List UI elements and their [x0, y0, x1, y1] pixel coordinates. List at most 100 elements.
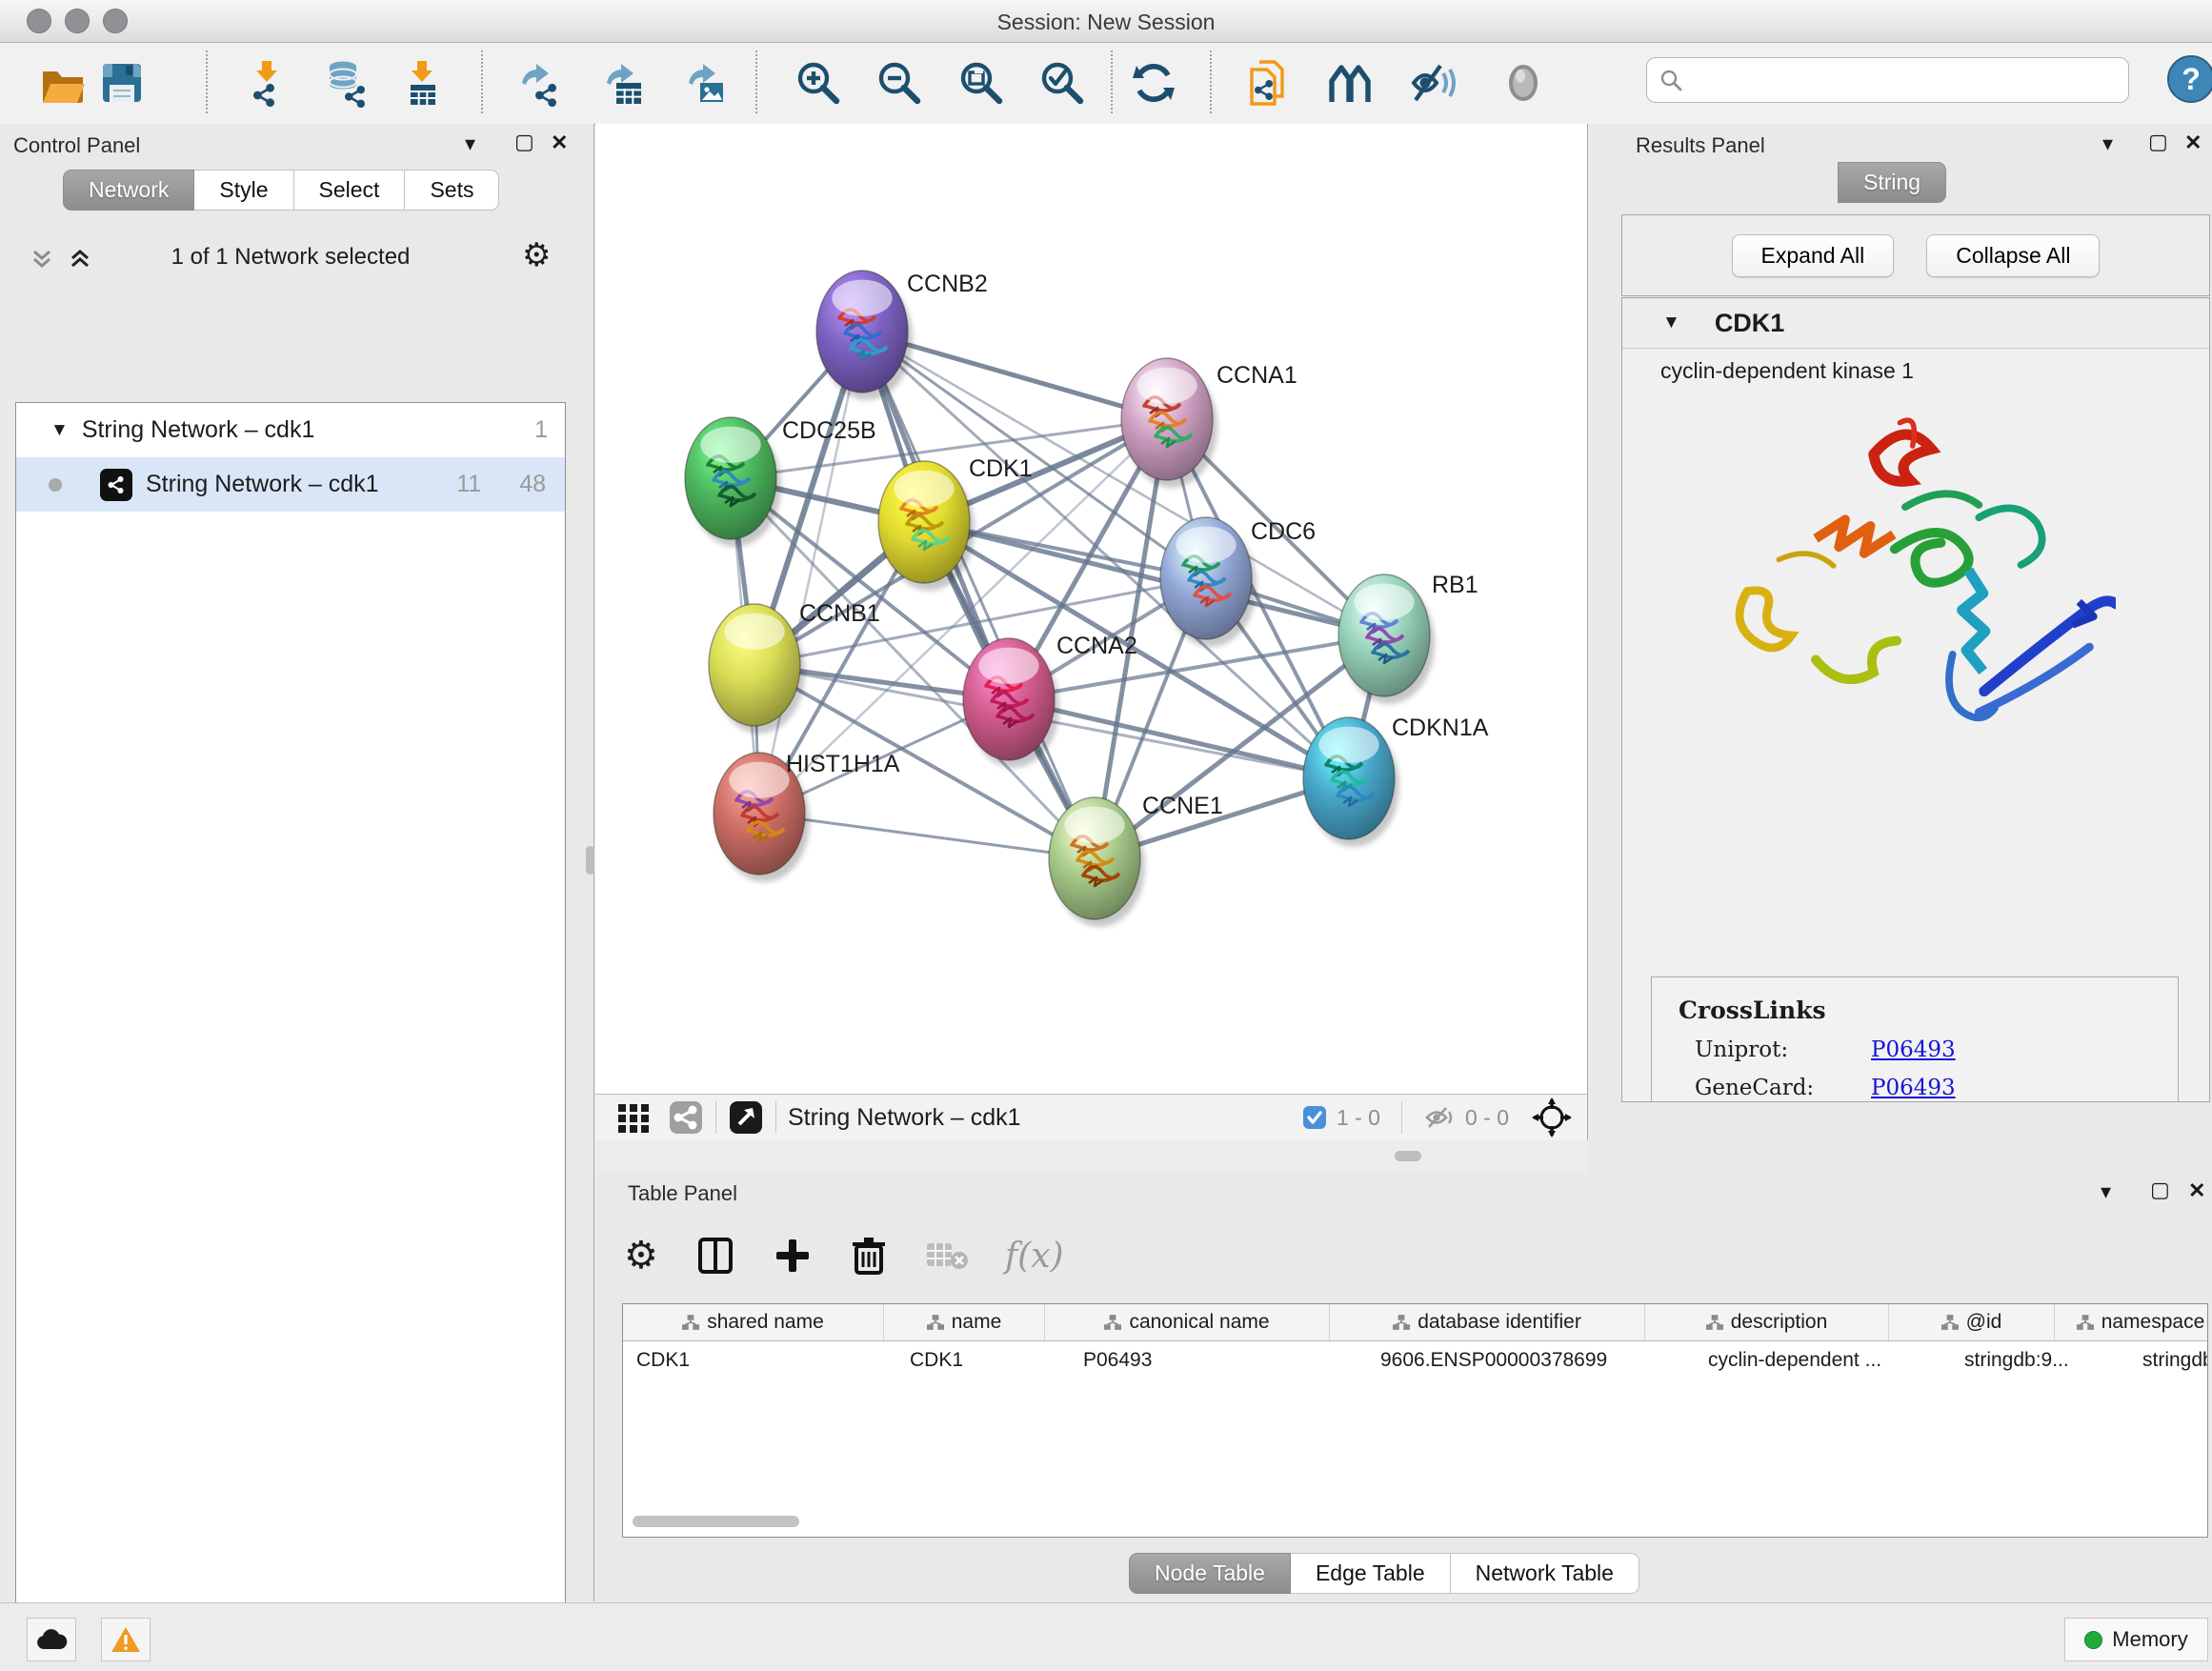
- hidden-eye-slash-icon[interactable]: [1423, 1103, 1456, 1132]
- expand-all-button[interactable]: Expand All: [1732, 234, 1895, 277]
- edge-CCNA2-CDKN1A[interactable]: [1009, 699, 1349, 778]
- search-input[interactable]: [1691, 67, 2121, 93]
- node-label-CCNA2: CCNA2: [1056, 633, 1137, 659]
- node-CCNB2[interactable]: CCNB2: [816, 271, 988, 400]
- show-grid-icon[interactable]: [616, 1100, 651, 1135]
- network-row-selected[interactable]: String Network – cdk1 11 48: [16, 457, 565, 512]
- expand-all-networks-icon[interactable]: [67, 246, 93, 277]
- zoom-out-button[interactable]: [872, 55, 927, 111]
- column-header-description[interactable]: description: [1645, 1304, 1889, 1340]
- birds-eye-view-icon[interactable]: [728, 1099, 764, 1136]
- tab-style[interactable]: Style: [194, 170, 293, 211]
- collapse-table-icon[interactable]: ▾: [2101, 1179, 2111, 1204]
- tab-sets[interactable]: Sets: [405, 170, 499, 211]
- table-cell[interactable]: 9606.ENSP00000378699: [1367, 1341, 1695, 1379]
- node-table-grid[interactable]: shared namenamecanonical namedatabase id…: [622, 1303, 2208, 1538]
- close-panel-icon[interactable]: ✕: [551, 131, 568, 155]
- table-cell[interactable]: CDK1: [896, 1341, 1070, 1379]
- table-row[interactable]: CDK1CDK1P064939606.ENSP00000378699cyclin…: [623, 1341, 2207, 1379]
- close-results-icon[interactable]: ✕: [2184, 131, 2202, 155]
- fit-selected-crosshair-icon[interactable]: [1532, 1097, 1572, 1137]
- cloud-status-button[interactable]: [27, 1618, 76, 1661]
- memory-button[interactable]: Memory: [2064, 1618, 2208, 1661]
- crosslink-link[interactable]: P06493: [1871, 1037, 1956, 1062]
- node-section-header[interactable]: ▼ CDK1: [1622, 298, 2209, 349]
- node-HIST1H1A[interactable]: HIST1H1A: [714, 751, 900, 882]
- tab-network[interactable]: Network: [63, 170, 194, 211]
- collapse-all-button[interactable]: Collapse All: [1926, 234, 2100, 277]
- float-table-icon[interactable]: ▢: [2150, 1178, 2170, 1202]
- collapse-all-networks-icon[interactable]: [29, 246, 55, 277]
- tab-select[interactable]: Select: [294, 170, 406, 211]
- crosslink-row: GeneCard:P06493: [1695, 1076, 2178, 1100]
- crosslink-link[interactable]: P06493: [1871, 1076, 1956, 1100]
- table-cell[interactable]: cyclin-dependent ...: [1695, 1341, 1951, 1379]
- node-label-CDKN1A: CDKN1A: [1392, 715, 1489, 741]
- export-image-button[interactable]: [680, 55, 735, 111]
- left-splitter-handle[interactable]: [586, 846, 594, 875]
- tab-string[interactable]: String: [1838, 162, 1946, 203]
- collapse-panel-icon[interactable]: ▾: [465, 131, 475, 156]
- column-header-name[interactable]: name: [884, 1304, 1045, 1340]
- node-CDKN1A[interactable]: CDKN1A: [1303, 715, 1489, 847]
- selected-checkbox-icon[interactable]: [1302, 1105, 1327, 1130]
- column-header-shared-name[interactable]: shared name: [623, 1304, 884, 1340]
- node-label-HIST1H1A: HIST1H1A: [786, 751, 900, 777]
- clone-network-button[interactable]: [1239, 55, 1295, 111]
- network-style-icon[interactable]: [668, 1099, 704, 1136]
- export-table-button[interactable]: [598, 55, 654, 111]
- node-CCNB1[interactable]: CCNB1: [709, 600, 880, 734]
- warning-status-button[interactable]: [101, 1618, 151, 1661]
- column-header-database-identifier[interactable]: database identifier: [1330, 1304, 1645, 1340]
- table-cell[interactable]: stringdb: [2129, 1341, 2208, 1379]
- string-network-graph[interactable]: CCNB2CCNA1CDC25BCDK1CDC6RB1CCNB1CCNA2CDK…: [595, 124, 1587, 1094]
- table-cell[interactable]: P06493: [1070, 1341, 1367, 1379]
- table-hscrollbar[interactable]: [633, 1516, 799, 1527]
- import-network-database-button[interactable]: [317, 55, 372, 111]
- network-collection-row[interactable]: ▼ String Network – cdk1 1: [16, 403, 565, 457]
- delete-column-trash-icon[interactable]: [849, 1235, 889, 1277]
- show-all-button[interactable]: [1496, 55, 1551, 111]
- column-header-@id[interactable]: @id: [1889, 1304, 2055, 1340]
- section-expander-icon[interactable]: ▼: [1662, 312, 1680, 333]
- zoom-in-button[interactable]: [791, 55, 846, 111]
- node-CDC25B[interactable]: CDC25B: [685, 417, 876, 547]
- column-header-namespace[interactable]: namespace: [2055, 1304, 2208, 1340]
- tab-edge-table[interactable]: Edge Table: [1291, 1553, 1451, 1594]
- table-cell[interactable]: CDK1: [623, 1341, 896, 1379]
- first-neighbors-button[interactable]: [1322, 55, 1377, 111]
- table-options-gear-icon[interactable]: ⚙: [624, 1234, 658, 1278]
- open-session-button[interactable]: [35, 55, 90, 111]
- export-network-button[interactable]: [513, 55, 569, 111]
- close-table-icon[interactable]: ✕: [2188, 1178, 2205, 1203]
- column-header-canonical-name[interactable]: canonical name: [1045, 1304, 1330, 1340]
- import-network-file-button[interactable]: [239, 55, 294, 111]
- hide-selected-button[interactable]: [1405, 55, 1460, 111]
- table-cell[interactable]: stringdb:9...: [1951, 1341, 2129, 1379]
- import-table-button[interactable]: [394, 55, 450, 111]
- zoom-fit-button[interactable]: [954, 55, 1009, 111]
- zoom-selected-button[interactable]: [1035, 55, 1090, 111]
- node-CCNA1[interactable]: CCNA1: [1121, 358, 1297, 488]
- bottom-splitter-handle[interactable]: [1395, 1151, 1421, 1161]
- node-label-CDK1: CDK1: [969, 455, 1033, 482]
- refresh-view-button[interactable]: [1126, 55, 1181, 111]
- search-box[interactable]: [1646, 57, 2129, 103]
- selected-counts: 1 - 0: [1337, 1105, 1380, 1131]
- node-CCNE1[interactable]: CCNE1: [1049, 793, 1223, 927]
- tab-node-table[interactable]: Node Table: [1129, 1553, 1291, 1594]
- cloud-icon: [35, 1628, 68, 1651]
- tree-expander-icon[interactable]: ▼: [50, 420, 69, 441]
- collapse-results-icon[interactable]: ▾: [2102, 131, 2113, 156]
- add-column-icon[interactable]: [773, 1236, 813, 1276]
- show-columns-icon[interactable]: [694, 1235, 736, 1277]
- help-button[interactable]: ?: [2166, 54, 2212, 109]
- network-canvas[interactable]: CCNB2CCNA1CDC25BCDK1CDC6RB1CCNB1CCNA2CDK…: [595, 124, 1588, 1094]
- save-session-button[interactable]: [94, 55, 150, 111]
- float-panel-icon[interactable]: ▢: [514, 130, 534, 154]
- tab-network-table[interactable]: Network Table: [1451, 1553, 1639, 1594]
- float-results-icon[interactable]: ▢: [2148, 130, 2168, 154]
- network-options-gear-icon[interactable]: ⚙: [522, 236, 551, 274]
- edge-CCNB2-CCNE1[interactable]: [862, 332, 1095, 858]
- node-RB1[interactable]: RB1: [1338, 572, 1478, 704]
